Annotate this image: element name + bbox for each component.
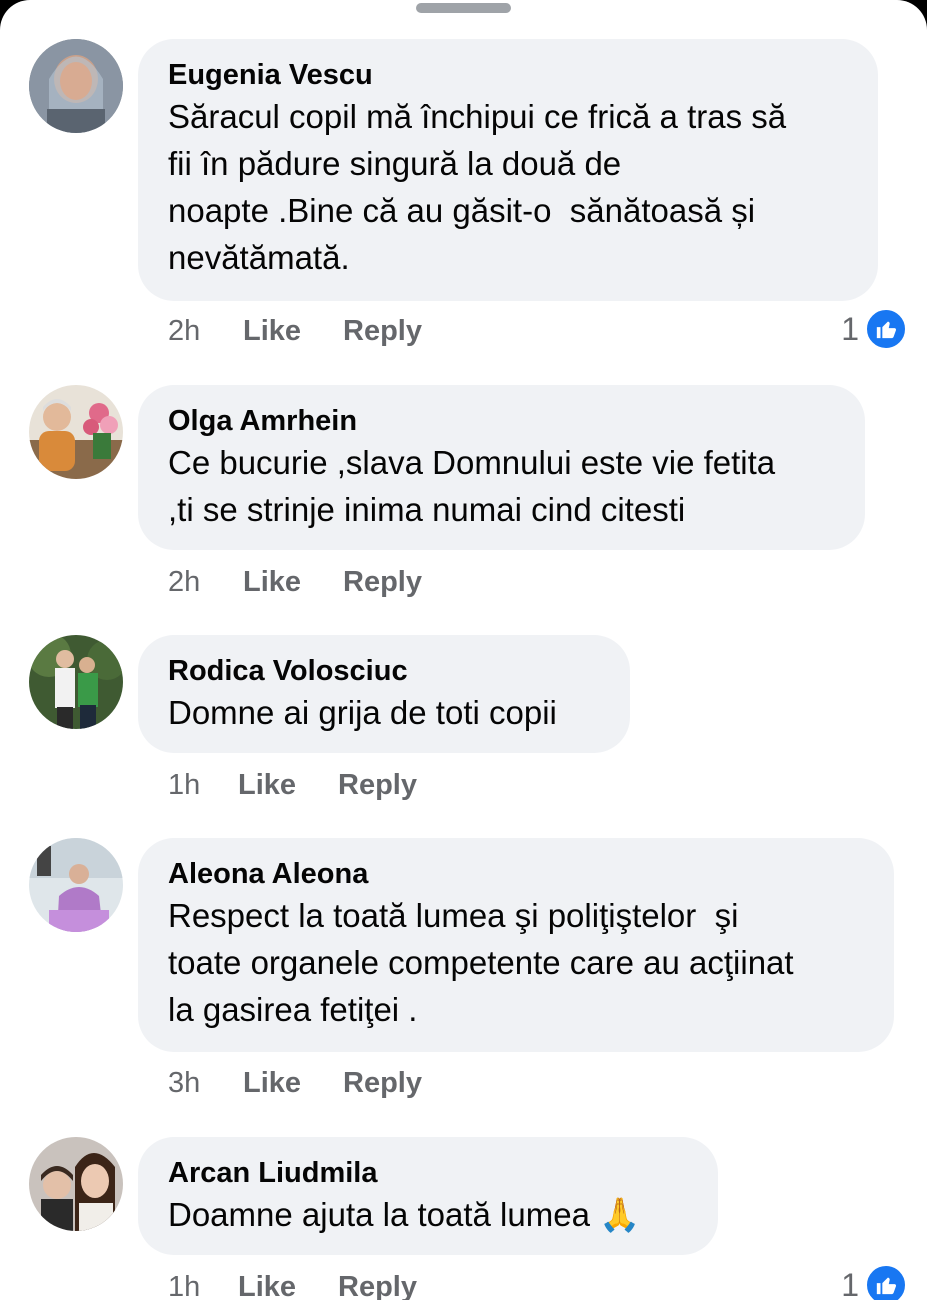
comment-time[interactable]: 1h bbox=[168, 765, 200, 805]
sheet-drag-handle[interactable] bbox=[416, 3, 511, 13]
avatar[interactable] bbox=[29, 838, 123, 932]
comment-text: Săracul copil mă închipui ce frică a tra… bbox=[168, 93, 848, 281]
reply-button[interactable]: Reply bbox=[338, 765, 417, 805]
avatar[interactable] bbox=[29, 1137, 123, 1231]
comment-bubble: Olga Amrhein Ce bucurie ,slava Domnului … bbox=[138, 385, 865, 550]
thumbs-up-icon bbox=[865, 308, 907, 350]
comment-bubble: Eugenia Vescu Săracul copil mă închipui … bbox=[138, 39, 878, 301]
comment-bubble: Aleona Aleona Respect la toată lumea şi … bbox=[138, 838, 894, 1052]
like-button[interactable]: Like bbox=[243, 562, 301, 602]
thumbs-up-icon bbox=[865, 1264, 907, 1300]
comment-author[interactable]: Arcan Liudmila bbox=[168, 1155, 688, 1191]
comments-sheet: Eugenia Vescu Săracul copil mă închipui … bbox=[0, 0, 927, 1300]
comment-time[interactable]: 1h bbox=[168, 1267, 200, 1300]
reply-button[interactable]: Reply bbox=[343, 311, 422, 351]
comment-text: Respect la toată lumea şi poliţiştelor ş… bbox=[168, 892, 864, 1033]
like-button[interactable]: Like bbox=[238, 1267, 296, 1300]
reply-button[interactable]: Reply bbox=[338, 1267, 417, 1300]
avatar[interactable] bbox=[29, 635, 123, 729]
comment-author[interactable]: Rodica Volosciuc bbox=[168, 653, 600, 689]
comment-text: Domne ai grija de toti copii bbox=[168, 689, 600, 736]
comment-bubble: Rodica Volosciuc Domne ai grija de toti … bbox=[138, 635, 630, 753]
reaction-summary[interactable]: 1 bbox=[841, 1265, 907, 1300]
reply-button[interactable]: Reply bbox=[343, 562, 422, 602]
comment-time[interactable]: 2h bbox=[168, 311, 200, 351]
avatar[interactable] bbox=[29, 385, 123, 479]
like-button[interactable]: Like bbox=[243, 311, 301, 351]
comment-author[interactable]: Aleona Aleona bbox=[168, 856, 864, 892]
folded-hands-emoji: 🙏 bbox=[599, 1196, 640, 1233]
reaction-count: 1 bbox=[841, 1267, 859, 1300]
reply-button[interactable]: Reply bbox=[343, 1063, 422, 1103]
comment-text-content: Doamne ajuta la toată lumea bbox=[168, 1196, 599, 1233]
comment-time[interactable]: 3h bbox=[168, 1063, 200, 1103]
comment-bubble: Arcan Liudmila Doamne ajuta la toată lum… bbox=[138, 1137, 718, 1255]
comment-author[interactable]: Olga Amrhein bbox=[168, 403, 835, 439]
avatar[interactable] bbox=[29, 39, 123, 133]
comment-text: Ce bucurie ,slava Domnului este vie feti… bbox=[168, 439, 835, 533]
comment-time[interactable]: 2h bbox=[168, 562, 200, 602]
reaction-summary[interactable]: 1 bbox=[841, 309, 907, 349]
comment-text: Doamne ajuta la toată lumea 🙏 bbox=[168, 1191, 688, 1238]
comment-author[interactable]: Eugenia Vescu bbox=[168, 57, 848, 93]
like-button[interactable]: Like bbox=[243, 1063, 301, 1103]
like-button[interactable]: Like bbox=[238, 765, 296, 805]
reaction-count: 1 bbox=[841, 311, 859, 348]
